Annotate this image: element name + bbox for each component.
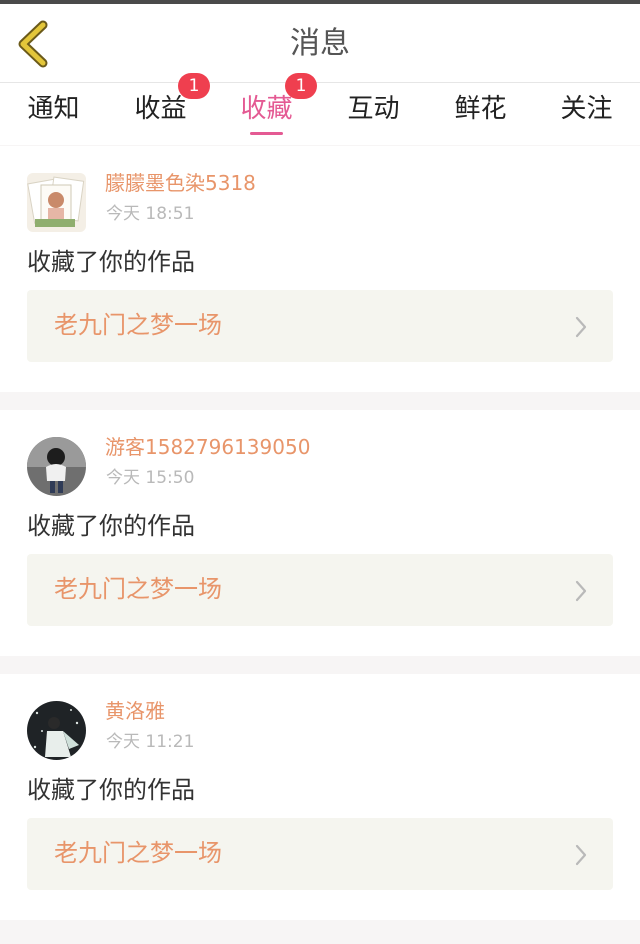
work-link[interactable]: 老九门之梦一场 (27, 554, 613, 626)
active-tab-indicator (250, 132, 283, 135)
chevron-right-icon (575, 844, 587, 866)
avatar[interactable] (27, 173, 86, 232)
username[interactable]: 游客1582796139050 (105, 434, 310, 460)
tab-label: 关注 (560, 94, 613, 124)
action-text: 收藏了你的作品 (27, 248, 195, 276)
work-link[interactable]: 老九门之梦一场 (27, 290, 613, 362)
tab-bar: 通知 收益 1 收藏 1 互动 鲜花 关注 (0, 73, 640, 145)
username[interactable]: 朦朦墨色染5318 (105, 170, 256, 196)
username[interactable]: 黄洛雅 (105, 698, 165, 724)
timestamp: 今天 11:21 (106, 732, 195, 752)
header: 消息 (0, 4, 640, 83)
unread-badge: 1 (285, 73, 317, 99)
chevron-right-icon (575, 580, 587, 602)
tab-interactions[interactable]: 互动 (320, 83, 427, 145)
avatar[interactable] (27, 701, 86, 760)
work-title: 老九门之梦一场 (54, 311, 222, 339)
tab-label: 互动 (347, 94, 400, 124)
tab-label: 通知 (27, 94, 80, 124)
message-card: 游客1582796139050 今天 15:50 收藏了你的作品 老九门之梦一场 (0, 410, 640, 656)
tab-favorites[interactable]: 收藏 1 (213, 73, 320, 145)
timestamp: 今天 15:50 (106, 468, 195, 488)
work-link[interactable]: 老九门之梦一场 (27, 818, 613, 890)
chevron-right-icon (575, 316, 587, 338)
work-title: 老九门之梦一场 (54, 839, 222, 867)
page-title: 消息 (290, 26, 350, 61)
timestamp: 今天 18:51 (106, 204, 195, 224)
message-card: 朦朦墨色染5318 今天 18:51 收藏了你的作品 老九门之梦一场 (0, 146, 640, 392)
tab-label: 鲜花 (454, 94, 507, 124)
tab-following[interactable]: 关注 (533, 83, 640, 145)
work-title: 老九门之梦一场 (54, 575, 222, 603)
action-text: 收藏了你的作品 (27, 776, 195, 804)
action-text: 收藏了你的作品 (27, 512, 195, 540)
unread-badge: 1 (178, 73, 210, 99)
tab-notifications[interactable]: 通知 (0, 83, 107, 145)
tab-earnings[interactable]: 收益 1 (107, 73, 214, 145)
avatar[interactable] (27, 437, 86, 496)
message-card: 黄洛雅 今天 11:21 收藏了你的作品 老九门之梦一场 (0, 674, 640, 920)
tab-flowers[interactable]: 鲜花 (427, 83, 534, 145)
